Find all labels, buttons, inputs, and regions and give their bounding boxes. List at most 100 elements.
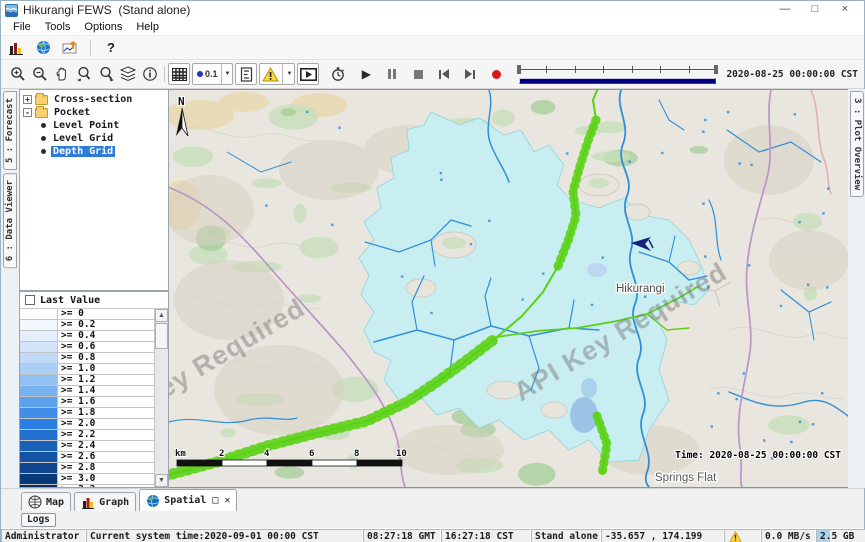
zoom-previous-icon [76,66,93,82]
legend-header: Last Value [20,292,168,308]
step-back-button[interactable] [433,63,455,85]
legend-value-label: >= 0.6 [58,342,154,352]
tab-forecast[interactable]: 5 : Forecast [3,91,17,170]
current-datetime: 2020-08-25 00:00:00 CST [726,69,860,80]
legend-value-label: >= 0.2 [58,320,154,330]
pan-button[interactable] [51,63,73,85]
profile-button[interactable] [235,63,257,85]
zoom-in-button[interactable] [7,63,29,85]
legend-color-swatch [20,342,58,352]
last-value-label: Last Value [40,295,100,306]
last-value-checkbox[interactable] [25,295,35,305]
bullet-icon [41,149,46,154]
spatial-display-button[interactable] [60,38,80,58]
logs-button[interactable]: Logs [21,513,56,527]
tree-expander-icon[interactable]: + [23,95,32,104]
time-settings-button[interactable] [327,63,349,85]
legend-color-swatch [20,375,58,385]
folder-icon [35,95,48,105]
legend-color-swatch [20,430,58,440]
tree-item-depth-grid[interactable]: Depth Grid [39,145,168,158]
maximize-button[interactable]: □ [800,2,830,18]
status-gmt-time: 08:27:18 GMT [363,529,441,542]
tab-data-viewer[interactable]: 6 : Data Viewer [3,173,17,268]
legend-scrollbar[interactable]: ▲ ▼ [154,309,168,487]
scroll-up-icon[interactable]: ▲ [155,309,168,322]
time-slider-end-handle[interactable] [714,65,718,74]
status-user: Administrator [1,529,86,542]
app-logo-icon [5,4,18,17]
legend-value-label: >= 2.0 [58,419,154,429]
menu-tools[interactable]: Tools [38,21,78,33]
info-button[interactable] [139,63,161,85]
tree-item-label: Level Grid [51,133,115,144]
zoom-next-button[interactable] [95,63,117,85]
play-forward-button[interactable]: ▶ [355,63,377,85]
wireframe-globe-icon [28,495,42,509]
legend-value-label: >= 2.8 [58,463,154,473]
menu-options[interactable]: Options [77,21,129,33]
legend-value-label: >= 0.4 [58,331,154,341]
tab-close-icon[interactable]: ✕ [224,495,230,506]
legend-value-label: >= 1.6 [58,397,154,407]
layers-icon [120,66,136,82]
stopwatch-icon [330,66,346,82]
tree-item-cross-section[interactable]: +Cross-section [23,93,168,106]
zoom-next-icon [98,66,115,82]
help-button[interactable]: ? [101,38,121,58]
legend-color-swatch [20,441,58,451]
time-slider-start-handle[interactable] [517,65,521,74]
scrollbar-thumb[interactable] [155,323,168,349]
close-button[interactable]: × [830,2,860,18]
bar-chart-icon [81,496,95,509]
animation-window-button[interactable] [297,63,319,85]
zoom-out-button[interactable] [29,63,51,85]
step-forward-button[interactable] [459,63,481,85]
map-view[interactable]: Hikurangi Springs Flat API Key Required … [169,89,848,488]
status-warning-cell[interactable] [724,529,761,542]
time-slider[interactable] [517,62,718,86]
minimize-button[interactable]: — [770,2,800,18]
record-button[interactable] [485,63,507,85]
tree-item-level-grid[interactable]: Level Grid [39,132,168,145]
tree-expander-icon[interactable]: - [23,108,32,117]
spatial-chart-icon [62,40,78,56]
filter-tree: +Cross-section-PocketLevel PointLevel Gr… [19,89,168,291]
pause-button[interactable] [381,63,403,85]
legend-color-swatch [20,364,58,374]
bar-chart-icon [8,40,24,56]
menu-file[interactable]: File [6,21,38,33]
threshold-dropdown[interactable]: 0.1 ▼ [192,63,233,85]
forecast-results-button[interactable] [6,38,26,58]
map-display-button[interactable] [33,38,53,58]
legend-row[interactable]: >= 3.2 [20,485,154,487]
tree-item-level-point[interactable]: Level Point [39,119,168,132]
step-back-icon [439,69,449,79]
threshold-dot-icon [197,71,203,77]
stop-button[interactable] [407,63,429,85]
bottom-tab-bar: Map Graph Spatial □ ✕ [1,488,864,511]
tab-map[interactable]: Map [21,492,71,511]
map-canvas: Hikurangi Springs Flat API Key Required … [169,90,848,487]
zoom-previous-button[interactable] [73,63,95,85]
tab-plot-overview[interactable]: 3 : Plot Overview [850,91,864,197]
status-transfer-rate: 0.0 MB/s [761,529,816,542]
tab-graph[interactable]: Graph [74,492,136,511]
toolbar-separator [90,40,91,56]
grid-display-button[interactable] [168,63,190,85]
menu-help[interactable]: Help [129,21,166,33]
logs-row: Logs [1,511,864,528]
tab-spatial[interactable]: Spatial □ ✕ [139,489,237,511]
tab-maximize-icon[interactable]: □ [212,495,218,506]
time-slider-progress[interactable] [519,78,716,84]
warning-threshold-dropdown[interactable]: ▼ [259,63,295,85]
layers-button[interactable] [117,63,139,85]
scale-bar-segments [177,460,402,466]
window-title: Hikurangi FEWS (Stand alone) [23,3,770,17]
legend-color-swatch [20,320,58,330]
svg-text:6: 6 [309,449,314,459]
globe-icon [36,40,51,55]
tree-item-pocket[interactable]: -Pocket [23,106,168,119]
scroll-down-icon[interactable]: ▼ [155,474,168,487]
tab-graph-label: Graph [99,497,129,508]
